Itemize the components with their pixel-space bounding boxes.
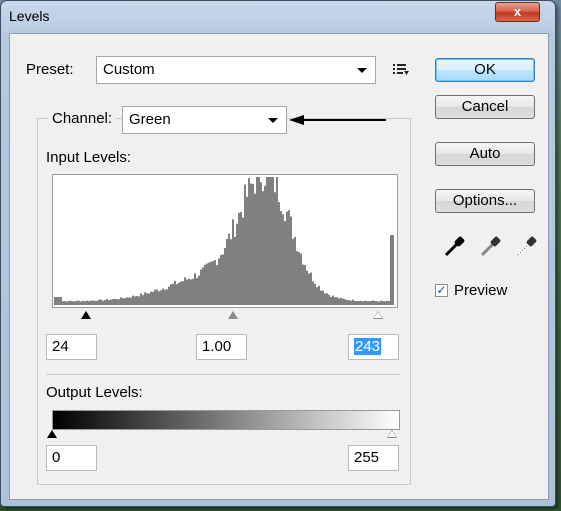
histogram xyxy=(52,174,398,308)
dialog-body: Preset: Custom Channel: Green Input Leve… xyxy=(9,33,549,500)
title-bar[interactable]: Levels x xyxy=(1,1,555,33)
input-white-field[interactable]: 243 xyxy=(348,334,399,360)
input-white-slider[interactable] xyxy=(373,311,383,319)
pointer-arrow-icon xyxy=(289,115,386,125)
preset-dropdown[interactable]: Custom xyxy=(96,56,376,84)
preset-menu-icon[interactable] xyxy=(392,62,410,76)
preview-label[interactable]: Preview xyxy=(454,282,507,299)
input-gamma-field[interactable]: 1.00 xyxy=(196,334,247,360)
input-levels-label: Input Levels: xyxy=(46,149,132,166)
chevron-down-icon xyxy=(357,68,367,73)
ok-button[interactable]: OK xyxy=(435,58,535,82)
cancel-button[interactable]: Cancel xyxy=(435,95,535,119)
close-icon: x xyxy=(513,4,522,19)
input-gamma-value: 1.00 xyxy=(202,338,232,355)
chevron-down-icon xyxy=(268,118,278,123)
preset-label: Preset: xyxy=(26,61,74,78)
black-eyedropper-icon[interactable] xyxy=(443,234,467,258)
checkmark-icon: ✓ xyxy=(436,283,447,297)
auto-button[interactable]: Auto xyxy=(435,142,535,166)
close-button[interactable]: x xyxy=(495,2,540,22)
output-white-value: 255 xyxy=(354,449,380,466)
input-black-field[interactable]: 24 xyxy=(46,334,97,360)
output-white-field[interactable]: 255 xyxy=(348,445,399,471)
output-black-value: 0 xyxy=(52,449,61,466)
output-levels-label: Output Levels: xyxy=(46,384,143,401)
window-title: Levels xyxy=(9,8,50,24)
channel-label: Channel: xyxy=(48,110,117,127)
output-black-field[interactable]: 0 xyxy=(46,445,97,471)
options-button[interactable]: Options... xyxy=(435,189,535,213)
output-gradient-bar xyxy=(52,410,400,430)
input-black-slider[interactable] xyxy=(81,311,91,319)
preview-checkbox[interactable]: ✓ xyxy=(435,284,448,297)
levels-dialog: Levels x Preset: Custom Channel: Green I… xyxy=(0,0,556,507)
histogram-plot xyxy=(54,177,394,305)
input-white-value: 243 xyxy=(354,338,382,355)
input-gamma-slider[interactable] xyxy=(228,311,238,319)
gray-eyedropper-icon[interactable] xyxy=(479,234,503,258)
preset-value: Custom xyxy=(103,61,155,78)
separator xyxy=(46,374,400,375)
input-black-value: 24 xyxy=(52,338,69,355)
output-white-slider[interactable] xyxy=(387,430,397,438)
output-black-slider[interactable] xyxy=(47,430,57,438)
channel-value: Green xyxy=(129,111,171,128)
channel-dropdown[interactable]: Green xyxy=(122,106,287,134)
white-eyedropper-icon[interactable] xyxy=(515,234,539,258)
